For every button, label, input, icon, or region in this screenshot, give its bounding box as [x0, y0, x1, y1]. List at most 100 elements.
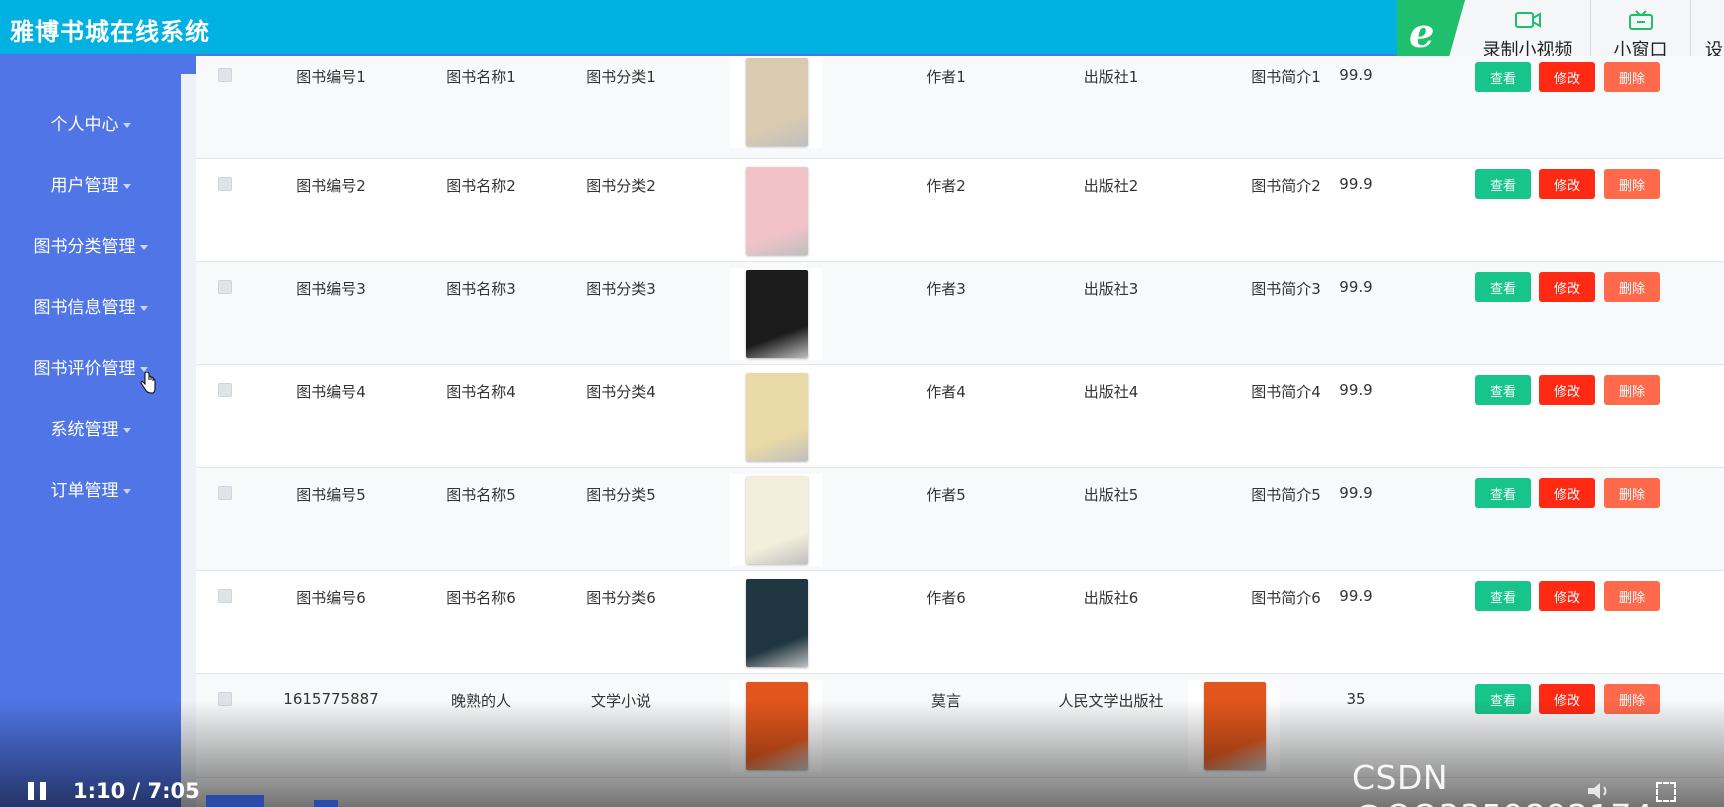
view-button[interactable]: 查看 [1475, 62, 1531, 92]
publisher-cell: 出版社4 [1083, 383, 1139, 401]
book-id-cell: 图书编号4 [296, 383, 366, 401]
row-checkbox[interactable] [218, 177, 232, 191]
price-cell: 99.9 [1339, 278, 1373, 296]
author-cell: 作者4 [926, 383, 966, 401]
row-checkbox[interactable] [218, 68, 232, 82]
book-name-cell: 图书名称6 [446, 589, 516, 607]
pagination-button[interactable] [314, 800, 338, 807]
book-name-cell: 图书名称3 [446, 280, 516, 298]
edit-button[interactable]: 修改 [1539, 581, 1595, 611]
app-title: 雅博书城在线系统 [10, 18, 210, 46]
row-checkbox[interactable] [218, 589, 232, 603]
book-cover-image [730, 577, 822, 669]
sidebar-item-label: 个人中心 [50, 115, 119, 135]
view-button[interactable]: 查看 [1475, 169, 1531, 199]
author-cell: 作者2 [926, 177, 966, 195]
book-cover [746, 270, 808, 358]
book-name-cell: 图书名称5 [446, 486, 516, 504]
book-cover-image [730, 371, 822, 463]
book-name-cell: 图书名称4 [446, 383, 516, 401]
book-id-cell: 图书编号5 [296, 486, 366, 504]
view-button[interactable]: 查看 [1475, 272, 1531, 302]
sidebar-item-label: 图书分类管理 [33, 237, 136, 257]
pause-icon[interactable] [28, 782, 48, 800]
edit-button[interactable]: 修改 [1539, 169, 1595, 199]
table-row: 图书编号1 图书名称1 图书分类1 作者1 出版社1 图书简介1 99.9 查看… [196, 56, 1724, 159]
author-cell: 作者3 [926, 280, 966, 298]
view-button[interactable]: 查看 [1475, 375, 1531, 405]
video-time: 1:10 / 7:05 [73, 779, 200, 803]
price-cell: 99.9 [1339, 484, 1373, 502]
row-checkbox[interactable] [218, 383, 232, 397]
caret-down-icon [122, 427, 131, 433]
sidebar-item-system-management[interactable]: 系统管理 [0, 415, 181, 440]
delete-button[interactable]: 删除 [1604, 169, 1660, 199]
table-row: 图书编号6 图书名称6 图书分类6 作者6 出版社6 图书简介6 99.9 查看… [196, 571, 1724, 674]
view-button[interactable]: 查看 [1475, 581, 1531, 611]
book-cover [746, 476, 808, 564]
delete-button[interactable]: 删除 [1604, 62, 1660, 92]
price-cell: 99.9 [1339, 175, 1373, 193]
fullscreen-icon[interactable] [1656, 782, 1676, 802]
sidebar-item-personal-center[interactable]: 个人中心 [0, 110, 181, 135]
row-checkbox[interactable] [218, 280, 232, 294]
table-row: 图书编号2 图书名称2 图书分类2 作者2 出版社2 图书简介2 99.9 查看… [196, 159, 1724, 262]
sidebar-item-category-management[interactable]: 图书分类管理 [0, 232, 181, 257]
delete-button[interactable]: 删除 [1604, 581, 1660, 611]
video-camera-icon [1514, 12, 1541, 28]
caret-down-icon [139, 244, 148, 250]
sidebar-item-label: 图书信息管理 [33, 298, 136, 318]
hand-cursor-icon [140, 372, 156, 394]
caret-down-icon [122, 122, 131, 128]
sidebar-item-order-management[interactable]: 订单管理 [0, 476, 181, 501]
tv-icon [1628, 10, 1653, 30]
book-name-cell: 图书名称1 [446, 68, 516, 86]
book-cover-image [730, 268, 822, 360]
edit-button[interactable]: 修改 [1539, 272, 1595, 302]
edit-button[interactable]: 修改 [1539, 62, 1595, 92]
sidebar-item-book-info-management[interactable]: 图书信息管理 [0, 293, 181, 318]
book-category-cell: 图书分类6 [586, 589, 656, 607]
publisher-cell: 出版社2 [1083, 177, 1139, 195]
author-cell: 作者5 [926, 486, 966, 504]
book-category-cell: 图书分类3 [586, 280, 656, 298]
publisher-cell: 出版社6 [1083, 589, 1139, 607]
price-cell: 99.9 [1339, 587, 1373, 605]
book-category-cell: 图书分类5 [586, 486, 656, 504]
pagination-button[interactable] [206, 795, 264, 807]
sidebar-item-label: 系统管理 [50, 420, 119, 440]
sidebar-item-user-management[interactable]: 用户管理 [0, 171, 181, 196]
book-category-cell: 图书分类2 [586, 177, 656, 195]
row-checkbox[interactable] [218, 486, 232, 500]
book-id-cell: 图书编号1 [296, 68, 366, 86]
sidebar-item-label: 用户管理 [50, 176, 119, 196]
book-cover-image [730, 56, 822, 148]
book-cover [746, 579, 808, 667]
book-id-cell: 图书编号3 [296, 280, 366, 298]
caret-down-icon [122, 183, 131, 189]
delete-button[interactable]: 删除 [1604, 375, 1660, 405]
book-name-cell: 图书名称2 [446, 177, 516, 195]
sidebar-item-label: 订单管理 [50, 481, 119, 501]
caret-down-icon [139, 366, 148, 372]
book-id-cell: 图书编号2 [296, 177, 366, 195]
edit-button[interactable]: 修改 [1539, 478, 1595, 508]
publisher-cell: 出版社3 [1083, 280, 1139, 298]
view-button[interactable]: 查看 [1475, 478, 1531, 508]
price-cell: 99.9 [1339, 66, 1373, 84]
publisher-cell: 出版社5 [1083, 486, 1139, 504]
book-cover [746, 167, 808, 255]
book-cover [746, 373, 808, 461]
edit-button[interactable]: 修改 [1539, 375, 1595, 405]
table-row: 图书编号5 图书名称5 图书分类5 作者5 出版社5 图书简介5 99.9 查看… [196, 468, 1724, 571]
book-cover-image [730, 165, 822, 257]
table-row: 图书编号3 图书名称3 图书分类3 作者3 出版社3 图书简介3 99.9 查看… [196, 262, 1724, 365]
table-row: 图书编号4 图书名称4 图书分类4 作者4 出版社4 图书简介4 99.9 查看… [196, 365, 1724, 468]
author-cell: 作者1 [926, 68, 966, 86]
delete-button[interactable]: 删除 [1604, 272, 1660, 302]
caret-down-icon [139, 305, 148, 311]
content-gutter [181, 74, 196, 807]
price-cell: 99.9 [1339, 381, 1373, 399]
book-cover-image [730, 474, 822, 566]
delete-button[interactable]: 删除 [1604, 478, 1660, 508]
